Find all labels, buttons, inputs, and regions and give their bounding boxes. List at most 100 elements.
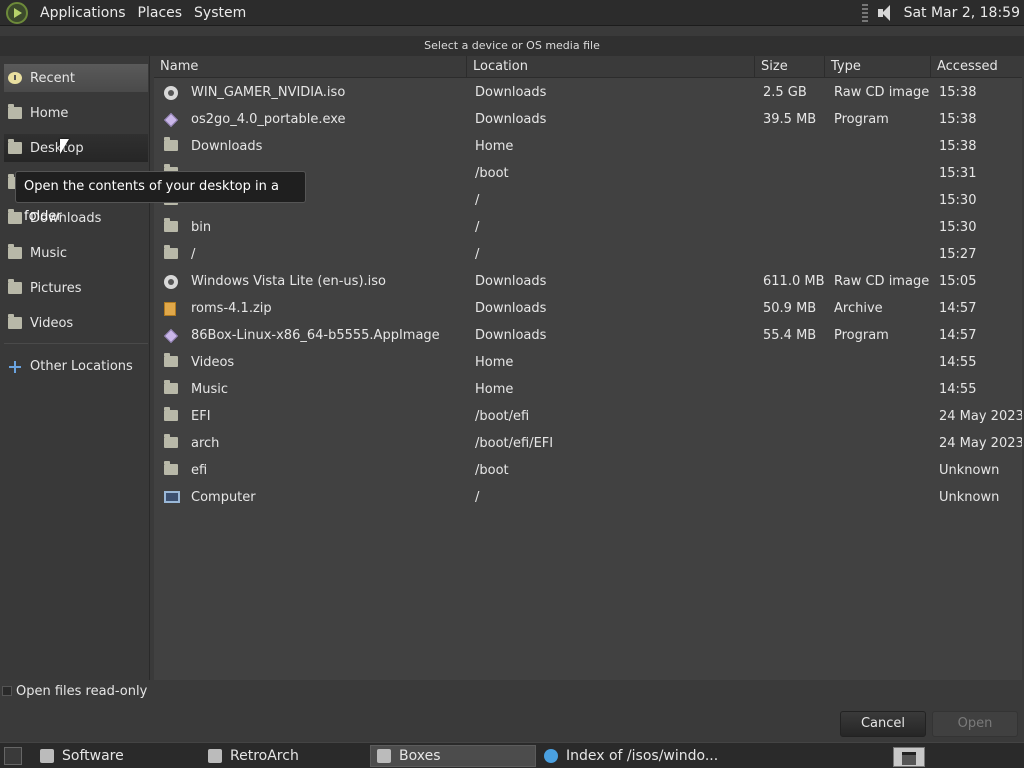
cell-accessed: 15:30 [939,193,977,208]
table-row[interactable]: Windows Vista Lite (en-us).iso Downloads 6… [154,268,1022,295]
column-header-type[interactable]: Type [824,56,930,78]
table-row[interactable]: EFI/boot/efi 24 May 2023 [154,403,1022,430]
sidebar-item-home[interactable]: Home [4,99,148,127]
sidebar-item-label: Desktop [30,140,84,156]
table-row[interactable]: Computer / Unknown [154,484,1022,511]
globe-icon [544,749,558,763]
task-label: Software [62,748,124,764]
cell-name: bin [191,220,212,235]
desktop-tooltip: Open the contents of your desktop in a f… [15,171,306,224]
cell-size: 39.5 MB [763,112,817,127]
cell-location: Downloads [475,301,547,316]
cell-accessed: 15:38 [939,85,977,100]
panel-tray: Sat Mar 2, 18:59 [861,3,1024,23]
table-row[interactable]: os2go_4.0_portable.exe Downloads 39.5 MB Pr… [154,106,1022,133]
cell-location: / [475,193,480,208]
cell-accessed: 24 May 2023 [939,409,1022,424]
sidebar-item-label: Recent [30,70,75,86]
read-only-checkbox[interactable] [2,686,12,696]
cell-accessed: Unknown [939,463,1000,478]
table-row[interactable]: Music Home 14:55 [154,376,1022,403]
task-retroarch[interactable]: RetroArch [202,745,366,767]
system-menu[interactable]: System [188,5,252,21]
cell-location: Home [475,355,514,370]
cell-accessed: Unknown [939,490,1000,505]
dialog-title: Select a device or OS media file [0,36,1024,56]
cell-name: Music [191,382,228,397]
cell-location: Downloads [475,85,547,100]
table-row[interactable]: efi/boot Unknown [154,457,1022,484]
table-row[interactable]: WIN_GAMER_NVIDIA.iso Downloads 2.5 GB Raw C… [154,79,1022,106]
show-desktop-icon[interactable] [4,747,22,765]
cell-location: /boot/efi/EFI [475,436,554,451]
places-sidebar: Recent Home Desktop Downloads Music Pict… [0,56,150,680]
cell-name: arch [191,436,220,451]
sidebar-separator [4,343,148,344]
task-boxes[interactable]: Boxes [370,745,536,767]
open-button[interactable]: Open [932,711,1018,737]
disc-icon [164,86,178,100]
cell-accessed: 15:30 [939,220,977,235]
mouse-pointer-icon [60,139,69,154]
column-header-location[interactable]: Location [466,56,754,78]
cell-accessed: 14:55 [939,355,977,370]
cell-type: Archive [834,301,883,316]
file-list[interactable]: Name Location Size Type Accessed WIN_GAM… [154,56,1022,680]
task-software[interactable]: Software [34,745,196,767]
sidebar-item-label: Music [30,245,67,261]
cancel-button[interactable]: Cancel [840,711,926,737]
cell-location: Home [475,382,514,397]
cell-location: / [475,247,480,262]
table-row[interactable]: roms-4.1.zip Downloads 50.9 MB Archive 14:57 [154,295,1022,322]
table-row[interactable]: arch/boot/efi/EFI 24 May 2023 [154,430,1022,457]
cell-location: /boot [475,166,509,181]
folder-icon [164,245,178,259]
home-folder-icon [8,104,22,119]
table-row[interactable]: / / 15:27 [154,241,1022,268]
table-row[interactable]: Videos Home 14:55 [154,349,1022,376]
sidebar-item-desktop[interactable]: Desktop [4,134,148,162]
table-row[interactable]: bin / 15:30 [154,214,1022,241]
cell-accessed: 14:55 [939,382,977,397]
clock[interactable]: Sat Mar 2, 18:59 [904,5,1020,21]
top-panel: Applications Places System Sat Mar 2, 18… [0,0,1024,26]
column-header-accessed[interactable]: Accessed [930,56,1022,78]
retroarch-icon [208,749,222,763]
folder-icon [164,407,178,421]
cell-size: 2.5 GB [763,85,807,100]
volume-icon[interactable] [876,3,896,23]
cell-size: 55.4 MB [763,328,817,343]
cell-size: 50.9 MB [763,301,817,316]
cell-name: Windows Vista Lite (en-us).iso [191,274,386,289]
table-row[interactable]: 86Box-Linux-x86_64-b5555.AppImage Downloa… [154,322,1022,349]
cell-accessed: 15:05 [939,274,977,289]
desktop-folder-icon [8,139,22,154]
applications-menu[interactable]: Applications [34,5,132,21]
table-row[interactable]: Downloads Home 15:38 [154,133,1022,160]
cell-location: Downloads [475,274,547,289]
read-only-label[interactable]: Open files read-only [16,684,147,699]
task-browser[interactable]: Index of /isos/windo... [538,745,738,767]
archive-icon [164,302,176,316]
distro-logo-icon[interactable] [6,1,28,24]
sidebar-item-other-locations[interactable]: Other Locations [4,352,148,380]
task-label: RetroArch [230,748,299,764]
sidebar-item-music[interactable]: Music [4,239,148,267]
cell-accessed: 15:38 [939,112,977,127]
sidebar-item-recent[interactable]: Recent [4,64,148,92]
sidebar-item-pictures[interactable]: Pictures [4,274,148,302]
dialog-footer: Open files read-only Cancel Open [0,680,1024,742]
sidebar-item-videos[interactable]: Videos [4,309,148,337]
software-icon [40,749,54,763]
cell-name: Downloads [191,139,263,154]
panel-grip [861,3,868,22]
places-menu[interactable]: Places [132,5,189,21]
workspace-switcher-icon[interactable] [893,747,925,767]
column-header-name[interactable]: Name [154,56,466,78]
cell-location: Home [475,139,514,154]
taskbar: Software RetroArch Boxes Index of /isos/… [0,742,1024,768]
column-header-size[interactable]: Size [754,56,824,78]
cell-size: 611.0 MB [763,274,825,289]
videos-folder-icon [8,314,22,329]
cell-accessed: 15:38 [939,139,977,154]
